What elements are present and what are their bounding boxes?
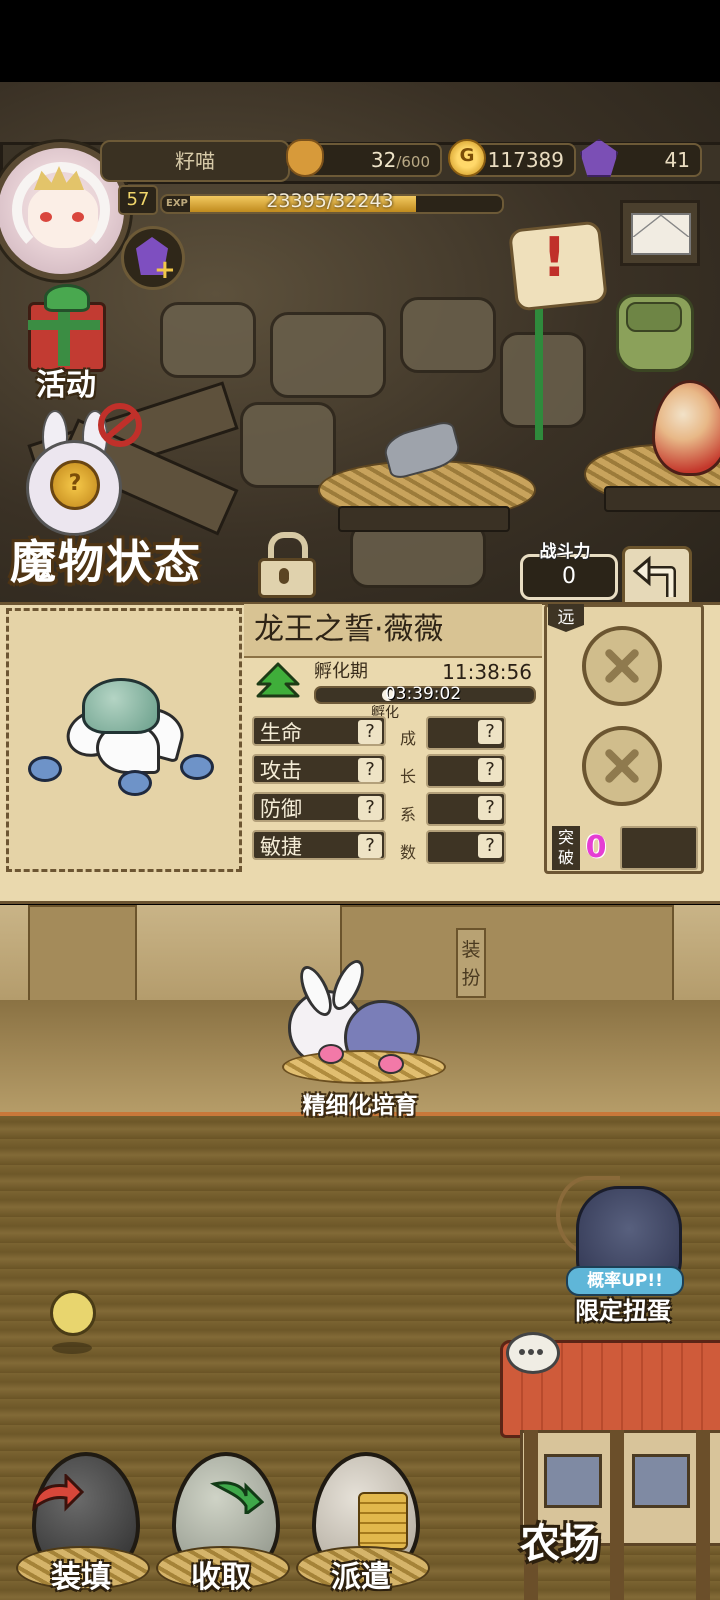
growth-attack: ? xyxy=(426,754,506,788)
growth-hp-value: ? xyxy=(478,720,502,744)
exclamation-icon: ! xyxy=(542,226,567,289)
growth-agility: ? xyxy=(426,830,506,864)
breakthrough-slot[interactable] xyxy=(620,826,698,870)
hatch-up-arrow-icon xyxy=(256,662,300,704)
stat-hp-label: 生命 xyxy=(260,721,302,745)
chick-character[interactable] xyxy=(46,1282,96,1354)
stat-hp: 生命 ? xyxy=(252,716,386,746)
nest-1-plate xyxy=(338,506,510,532)
mail-button[interactable] xyxy=(620,200,700,266)
coin-stack-icon xyxy=(358,1492,408,1550)
status-bar xyxy=(0,0,720,82)
growth-char: 数 xyxy=(399,843,416,862)
stat-attack: 攻击 ? xyxy=(252,754,386,784)
growth-attack-value: ? xyxy=(478,758,502,782)
dispatch-label: 派遣 xyxy=(331,1560,391,1595)
hatch-period-label: 孵化期 xyxy=(314,661,368,682)
wall-stone xyxy=(500,332,586,428)
quest-scroll-button[interactable]: ! xyxy=(502,215,610,315)
gold-counter[interactable]: G 117389 xyxy=(448,139,576,177)
lock-icon[interactable] xyxy=(256,532,316,598)
combat-power-label: 战斗力 xyxy=(539,542,591,562)
bread-counter[interactable]: 32/600 xyxy=(286,139,442,177)
quest-pole xyxy=(535,300,543,440)
bread-max: /600 xyxy=(396,153,430,171)
stat-defense: 防御 ? xyxy=(252,792,386,822)
stat-defense-value: ? xyxy=(358,796,382,820)
bag-button[interactable] xyxy=(612,286,694,372)
stat-agility-label: 敏捷 xyxy=(260,835,302,859)
load-button[interactable]: 装填 xyxy=(16,1448,150,1600)
nurture-babies[interactable] xyxy=(282,955,446,1090)
envelope-icon xyxy=(631,213,691,255)
gold-value: 117389 xyxy=(487,148,564,172)
skill-slot-2[interactable] xyxy=(582,726,662,806)
bread-current: 32 xyxy=(370,148,397,172)
breakthrough-label: 突破 xyxy=(552,826,580,870)
wall-stone xyxy=(240,402,336,488)
farm-label[interactable]: 农场 xyxy=(500,1516,620,1572)
red-arrow-icon xyxy=(32,1474,84,1512)
load-label: 装填 xyxy=(51,1560,111,1595)
growth-hp: ? xyxy=(426,716,506,750)
growth-char: 成 xyxy=(399,729,416,748)
bread-icon xyxy=(286,139,324,177)
growth-defense-value: ? xyxy=(478,796,502,820)
exp-text: 23395/32243 xyxy=(266,190,394,212)
player-level: 57 xyxy=(118,185,158,215)
stat-hp-value: ? xyxy=(358,720,382,744)
stat-attack-value: ? xyxy=(358,758,382,782)
monster-egg-image xyxy=(26,674,216,796)
wall-stone xyxy=(160,302,256,378)
growth-char: 系 xyxy=(399,805,416,824)
wall-stone xyxy=(270,312,386,398)
medal-icon: ? xyxy=(50,460,100,510)
nest-2-plate xyxy=(604,486,720,512)
prohibited-icon xyxy=(98,403,142,447)
nurture-button-label[interactable]: 精细化培育 xyxy=(270,1090,450,1122)
growth-defense: ? xyxy=(426,792,506,826)
breakthrough-count: 0 xyxy=(585,830,607,865)
gem-counter[interactable]: 41 xyxy=(580,139,702,177)
stat-agility-value: ? xyxy=(358,834,382,858)
dress-up-button[interactable]: 装扮 xyxy=(456,928,486,998)
stat-defense-label: 防御 xyxy=(260,797,302,821)
back-arrow-icon xyxy=(632,555,676,597)
growth-agility-value: ? xyxy=(478,834,502,858)
dispatch-button[interactable]: 派遣 xyxy=(296,1448,430,1600)
buy-gems-button[interactable]: + xyxy=(121,226,185,290)
speech-bubble-icon[interactable] xyxy=(506,1332,560,1374)
page-title: 魔物状态 xyxy=(10,535,202,589)
stat-agility: 敏捷 ? xyxy=(252,830,386,860)
stat-attack-label: 攻击 xyxy=(260,759,302,783)
monster-name: 龙王之誓·薇薇 xyxy=(254,612,444,647)
limited-gacha-label[interactable]: 限定扭蛋 xyxy=(556,1294,690,1328)
gold-coin-icon: G xyxy=(448,139,486,177)
green-arrow-icon xyxy=(210,1481,264,1514)
collect-button[interactable]: 收取 xyxy=(156,1448,290,1600)
skill-slot-1[interactable] xyxy=(582,626,662,706)
nest-1-equipment xyxy=(380,418,465,482)
growth-char: 长 xyxy=(399,767,416,786)
hatch-remaining-time: 03:39:02 xyxy=(384,684,462,704)
gem-value: 41 xyxy=(664,148,690,172)
activity-label: 活动 xyxy=(36,368,96,403)
wall-stone xyxy=(400,297,496,373)
plus-icon: + xyxy=(154,255,176,285)
collect-label: 收取 xyxy=(191,1560,251,1595)
player-name[interactable]: 籽喵 xyxy=(100,140,290,182)
hatch-time: 11:38:56 xyxy=(442,660,532,684)
counter-post xyxy=(28,905,137,1004)
rate-up-badge: 概率UP!! xyxy=(566,1266,684,1296)
